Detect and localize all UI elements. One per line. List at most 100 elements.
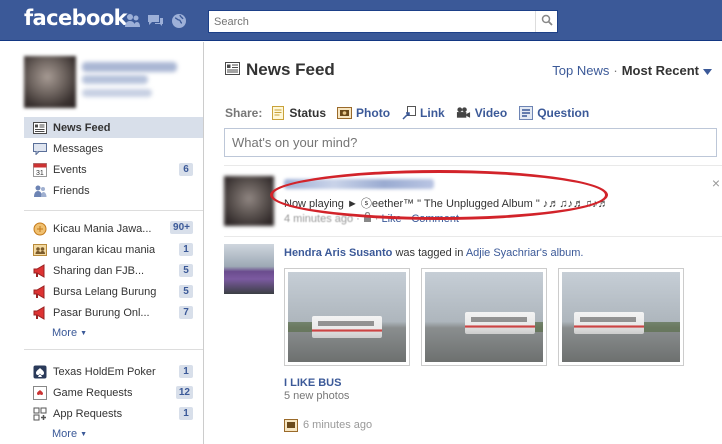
profile-summary[interactable] [24, 56, 194, 110]
groups-more-count-badge: 90+ [170, 221, 193, 234]
share-item-label: Question [537, 105, 590, 120]
story-author-name-redacted[interactable] [284, 179, 434, 189]
album-photo-count: 5 new photos [284, 390, 350, 402]
nav-item-group-ungaran-kicau-mania[interactable]: ungaran kicau mania 1 [24, 239, 203, 260]
nav-label: Bursa Lelang Burung [53, 285, 157, 298]
status-composer [224, 128, 717, 157]
hide-story-close-icon[interactable]: × [712, 175, 720, 191]
photo-icon [284, 418, 298, 432]
nav-item-texas-holdem-poker[interactable]: Texas HoldEm Poker 1 [24, 361, 203, 382]
group-count-badge: 5 [179, 264, 193, 277]
story-author-avatar[interactable] [224, 176, 274, 226]
feed-story-tagged-album: Hendra Aris Susanto was tagged in Adjie … [224, 244, 722, 444]
story-meta: 4 minutes ago · · Like · Comment [284, 211, 459, 225]
lock-icon [363, 211, 372, 225]
nav-item-group-sharing-dan-fjb[interactable]: Sharing dan FJB... 5 [24, 260, 203, 281]
nav-label: Kicau Mania Jawa... [53, 222, 152, 235]
share-status-button[interactable]: Status [270, 105, 326, 120]
nav-divider [24, 349, 203, 350]
share-label: Share: [225, 105, 263, 120]
share-item-label: Link [420, 105, 445, 120]
group-count-badge: 5 [179, 285, 193, 298]
game-icon [32, 385, 47, 400]
story-headline: Hendra Aris Susanto was tagged in Adjie … [284, 247, 583, 259]
like-link[interactable]: Like [381, 213, 401, 225]
sort-most-recent[interactable]: Most Recent [622, 63, 699, 78]
nav-item-game-requests[interactable]: Game Requests 12 [24, 382, 203, 403]
megaphone-icon [32, 263, 47, 278]
album-photo[interactable] [421, 268, 547, 366]
search-input[interactable] [209, 11, 529, 32]
feed-header: News Feed [225, 60, 335, 80]
story-meta: 6 minutes ago [284, 418, 372, 432]
messages-icon [32, 141, 47, 156]
nav-item-friends[interactable]: Friends [24, 180, 203, 201]
notifications-globe-icon[interactable] [170, 12, 187, 29]
meta-separator: · [374, 212, 379, 225]
app-count-badge: 12 [175, 386, 193, 399]
nav-item-group-pasar-burung-onl[interactable]: Pasar Burung Onl... 7 [24, 302, 203, 323]
group-icon [32, 242, 47, 257]
story-divider [224, 165, 722, 166]
facebook-logo[interactable]: facebook [24, 6, 128, 30]
sort-separator: · [613, 63, 618, 78]
nav-label: ungaran kicau mania [53, 243, 156, 256]
story-author-avatar[interactable] [224, 244, 274, 294]
page-icon [32, 221, 47, 236]
news-feed-icon [225, 62, 240, 78]
story-timestamp[interactable]: 6 minutes ago [303, 419, 372, 431]
nav-item-news-feed[interactable]: News Feed [24, 117, 203, 138]
search-button[interactable] [535, 11, 557, 32]
caret-down-icon: ▼ [80, 329, 87, 337]
nav-item-messages[interactable]: Messages [24, 138, 203, 159]
album-link[interactable]: album. [550, 247, 583, 259]
nav-item-group-bursa-lelang-burung[interactable]: Bursa Lelang Burung 5 [24, 281, 203, 302]
sort-dropdown-icon[interactable] [703, 63, 712, 78]
photo-bus [574, 312, 644, 334]
story-message: Now playing ► ⓢeether™ " The Unplugged A… [284, 198, 609, 210]
messages-jewel-icon[interactable] [147, 12, 164, 29]
main-column: News Feed Top News · Most Recent Share: … [205, 42, 722, 444]
story-timestamp[interactable]: 4 minutes ago [284, 213, 353, 225]
nav-item-events[interactable]: 31 Events 6 [24, 159, 203, 180]
events-count-badge: 6 [179, 163, 193, 176]
share-question-button[interactable]: Question [518, 105, 589, 120]
sort-top-news-link[interactable]: Top News [552, 63, 609, 78]
profile-name-redacted-line2 [82, 75, 148, 84]
share-video-button[interactable]: Video [456, 105, 507, 120]
news-feed-icon [32, 120, 47, 135]
album-title-link[interactable]: I LIKE BUS [284, 377, 341, 389]
feed-story-now-playing: Now playing ► ⓢeether™ " The Unplugged A… [224, 175, 722, 236]
friend-requests-icon[interactable] [124, 12, 141, 29]
nav-label: Texas HoldEm Poker [53, 365, 156, 378]
share-item-label: Status [289, 105, 327, 120]
more-label: More [52, 327, 78, 339]
nav-label: Events [53, 163, 87, 176]
nav-divider [24, 210, 203, 211]
more-label: More [52, 428, 78, 440]
share-item-label: Photo [356, 105, 391, 120]
apps-icon [32, 406, 47, 421]
avatar[interactable] [24, 56, 76, 108]
bus-photo-image [425, 272, 543, 362]
nav-item-app-requests[interactable]: App Requests 1 [24, 403, 203, 424]
left-column: News Feed Messages 31 Events 6 Friends K… [0, 42, 204, 444]
album-photo[interactable] [284, 268, 410, 366]
apps-more-link[interactable]: More ▼ [24, 424, 203, 444]
meta-separator: · [404, 212, 409, 225]
status-input[interactable] [225, 129, 716, 156]
search-icon [541, 14, 553, 29]
page-title: News Feed [246, 60, 335, 79]
album-photos [284, 268, 684, 366]
comment-link[interactable]: Comment [411, 213, 459, 225]
group-count-badge: 7 [179, 306, 193, 319]
share-photo-button[interactable]: Photo [337, 105, 390, 120]
album-owner-link[interactable]: Adjie Syachriar's [466, 247, 548, 259]
story-actor-link[interactable]: Hendra Aris Susanto [284, 247, 392, 259]
groups-more-link[interactable]: More ▼ 90+ [24, 221, 203, 343]
album-photo[interactable] [558, 268, 684, 366]
feed-sort: Top News · Most Recent [552, 63, 712, 78]
svg-text:31: 31 [36, 170, 44, 177]
share-link-button[interactable]: Link [401, 105, 445, 120]
nav-label: News Feed [53, 121, 111, 134]
